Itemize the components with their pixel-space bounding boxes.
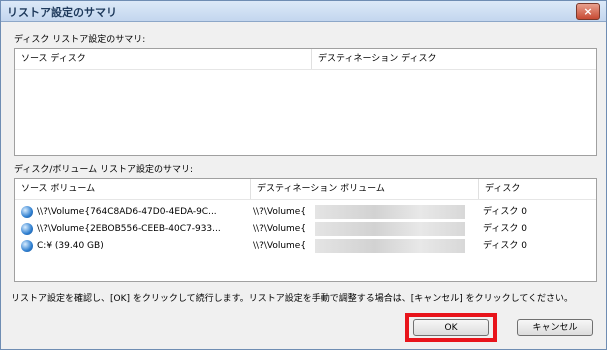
volume-summary-table[interactable]: ソース ボリューム デスティネーション ボリューム ディスク \\?\Volum… xyxy=(14,178,597,282)
title-bar: リストア設定のサマリ × xyxy=(1,1,606,22)
col-source-disk[interactable]: ソース ディスク xyxy=(15,49,312,69)
window-title: リストア設定のサマリ xyxy=(7,6,117,19)
table-row[interactable]: C:¥ (39.40 GB) \\?\Volume{ ディスク 0 xyxy=(15,238,596,254)
source-volume-cell: \\?\Volume{2EBOB556-CEEB-40C7-933... xyxy=(37,224,221,234)
volume-table-header: ソース ボリューム デスティネーション ボリューム ディスク xyxy=(15,179,596,200)
disk-volume-icon xyxy=(21,206,33,218)
col-destination-disk[interactable]: デスティネーション ディスク xyxy=(312,49,596,69)
disk-summary-table[interactable]: ソース ディスク デスティネーション ディスク xyxy=(14,48,597,156)
volume-summary-label: ディスク/ボリューム リストア設定のサマリ: xyxy=(14,165,194,175)
disk-volume-icon xyxy=(21,223,33,235)
table-row[interactable]: \\?\Volume{2EBOB556-CEEB-40C7-933... \\?… xyxy=(15,221,596,237)
source-volume-cell: C:¥ (39.40 GB) xyxy=(37,241,104,251)
destination-volume-cell: \\?\Volume{ xyxy=(253,241,307,251)
disk-summary-label: ディスク リストア設定のサマリ: xyxy=(14,35,146,45)
close-button[interactable]: × xyxy=(576,3,600,20)
disk-cell: ディスク 0 xyxy=(483,241,527,251)
disk-cell: ディスク 0 xyxy=(483,224,527,234)
col-source-volume[interactable]: ソース ボリューム xyxy=(15,179,251,199)
redacted-area xyxy=(315,239,465,253)
cancel-button[interactable]: キャンセル xyxy=(517,319,593,336)
disk-table-header: ソース ディスク デスティネーション ディスク xyxy=(15,49,596,70)
instruction-text: リストア設定を確認し、[OK] をクリックして続行します。リストア設定を手動で調… xyxy=(11,294,574,304)
close-icon: × xyxy=(583,5,593,18)
restore-summary-dialog: リストア設定のサマリ × ディスク リストア設定のサマリ: ソース ディスク デ… xyxy=(0,0,607,350)
table-row[interactable]: \\?\Volume{764C8AD6-47D0-4EDA-9C... \\?\… xyxy=(15,204,596,220)
redacted-area xyxy=(315,222,465,236)
col-destination-volume[interactable]: デスティネーション ボリューム xyxy=(251,179,479,199)
disk-cell: ディスク 0 xyxy=(483,207,527,217)
ok-button[interactable]: OK xyxy=(413,319,489,336)
col-disk[interactable]: ディスク xyxy=(479,179,596,199)
source-volume-cell: \\?\Volume{764C8AD6-47D0-4EDA-9C... xyxy=(37,207,217,217)
disk-volume-icon xyxy=(21,240,33,252)
destination-volume-cell: \\?\Volume{ xyxy=(253,224,307,234)
redacted-area xyxy=(315,205,465,219)
destination-volume-cell: \\?\Volume{ xyxy=(253,207,307,217)
